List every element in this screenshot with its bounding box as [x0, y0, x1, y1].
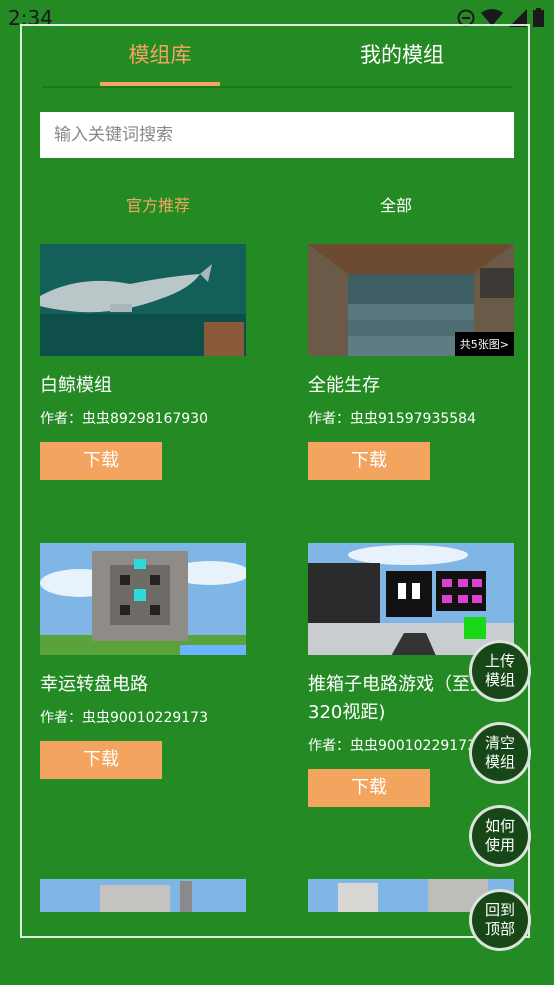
mod-title[interactable]: 幸运转盘电路 [40, 671, 246, 699]
whale-thumbnail[interactable] [40, 244, 246, 356]
mod-card[interactable]: 幸运转盘电路 作者：虫虫90010229173 下载 [40, 543, 246, 779]
mod-author: 作者：虫虫89298167930 [40, 411, 208, 427]
sokoban-thumbnail[interactable] [308, 543, 514, 655]
mod-card[interactable]: 白鲸模组 作者：虫虫89298167930 下载 [40, 244, 246, 480]
filter-all[interactable]: 全部 [380, 192, 412, 216]
upload-mod-label: 上传模组 [484, 652, 515, 689]
mod-card[interactable]: 共5张图> 全能生存 作者：虫虫91597935584 下载 [308, 244, 514, 480]
how-to-use-label: 如何使用 [484, 817, 515, 854]
tab-mod-library[interactable]: 模组库 [100, 38, 220, 88]
tab-bar: 模组库 我的模组 [42, 38, 512, 88]
mod-card[interactable] [40, 879, 246, 912]
back-to-top-label: 回到顶部 [484, 901, 515, 938]
download-button[interactable]: 下载 [40, 741, 162, 779]
how-to-use-button[interactable]: 如何使用 [469, 805, 531, 867]
roulette-image [40, 543, 246, 655]
back-to-top-button[interactable]: 回到顶部 [469, 889, 531, 951]
download-button[interactable]: 下载 [40, 442, 162, 480]
mod-title[interactable]: 白鲸模组 [40, 372, 246, 400]
mod-author: 作者：虫虫91597935584 [308, 411, 476, 427]
dungeon-thumbnail[interactable]: 共5张图> [308, 244, 514, 356]
search-input[interactable] [52, 124, 502, 146]
tab-divider [42, 86, 512, 88]
tab-my-mods-label: 我的模组 [360, 43, 444, 67]
clear-mods-label: 清空模组 [484, 734, 515, 771]
roulette-thumbnail[interactable] [40, 543, 246, 655]
mod-thumbnail[interactable] [40, 879, 246, 912]
clear-mods-button[interactable]: 清空模组 [469, 722, 531, 784]
tab-mod-library-label: 模组库 [128, 43, 192, 67]
filter-official-recommended[interactable]: 官方推荐 [126, 192, 190, 216]
mod-title[interactable]: 全能生存 [308, 372, 514, 400]
city-image [40, 879, 246, 912]
image-count-badge[interactable]: 共5张图> [454, 332, 514, 356]
mod-library-panel: 模组库 我的模组 官方推荐 全部 白鲸模组 作者：虫虫89298167930 下 [20, 24, 530, 938]
upload-mod-button[interactable]: 上传模组 [469, 640, 531, 702]
download-button[interactable]: 下载 [308, 769, 430, 807]
sokoban-image [308, 543, 514, 655]
download-button[interactable]: 下载 [308, 442, 430, 480]
whale-image [40, 244, 246, 356]
search-box[interactable] [40, 112, 514, 158]
tab-my-mods[interactable]: 我的模组 [342, 38, 462, 88]
battery-icon [533, 8, 544, 27]
mod-author: 作者：虫虫90010229173 [40, 710, 208, 726]
